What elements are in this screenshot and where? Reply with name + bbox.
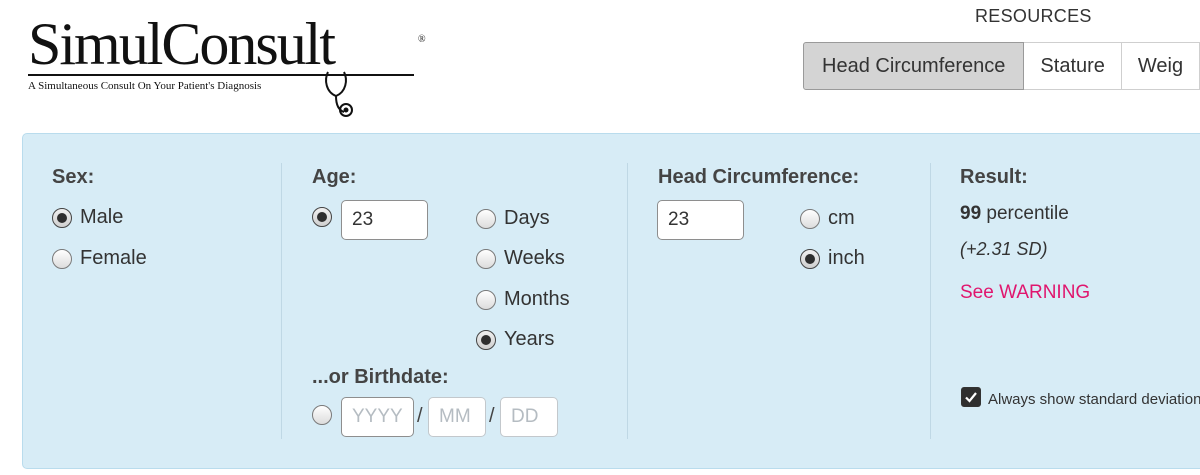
percentile-text: percentile — [986, 203, 1069, 224]
male-radio[interactable] — [52, 207, 72, 228]
result-label: Result: — [960, 166, 1028, 188]
sd-value: (+2.31 SD) — [960, 239, 1048, 259]
age-value-radio-row[interactable] — [312, 207, 332, 227]
resources-tabs: Head Circumference Stature Weig — [803, 42, 1200, 90]
head-circumference-label: Head Circumference: — [658, 166, 860, 188]
always-show-sd-checkbox[interactable] — [961, 387, 981, 407]
head-circumference-input[interactable]: 23 — [657, 200, 744, 240]
days-radio[interactable] — [476, 208, 496, 229]
warning-link[interactable]: See WARNING — [960, 282, 1090, 304]
simulconsult-logo[interactable]: SimulConsult ® A Simultaneous Consult On… — [28, 14, 428, 117]
column-divider — [281, 163, 282, 439]
checkmark-icon — [965, 392, 977, 403]
birth-year-input[interactable]: YYYY — [341, 397, 414, 437]
days-label: Days — [504, 207, 550, 229]
weeks-label: Weeks — [504, 247, 565, 269]
weeks-radio[interactable] — [476, 248, 496, 269]
stethoscope-icon — [325, 71, 353, 117]
age-unit-years[interactable]: Years — [476, 328, 554, 351]
cm-label: cm — [828, 207, 855, 229]
female-radio[interactable] — [52, 248, 72, 269]
female-label: Female — [80, 247, 147, 269]
birthdate-radio-row[interactable] — [312, 405, 332, 425]
percentile-result: 99 percentile — [960, 203, 1069, 225]
inch-radio[interactable] — [800, 248, 820, 269]
registered-mark: ® — [418, 34, 426, 45]
tab-weight[interactable]: Weig — [1121, 42, 1200, 90]
date-separator: / — [489, 405, 495, 427]
age-value-radio[interactable] — [312, 207, 332, 227]
age-input[interactable]: 23 — [341, 200, 428, 240]
tab-stature[interactable]: Stature — [1024, 42, 1122, 90]
date-separator: / — [417, 405, 423, 427]
sex-option-female[interactable]: Female — [52, 247, 147, 270]
tab-head-circumference[interactable]: Head Circumference — [803, 42, 1025, 90]
logo-wordmark: SimulConsult — [28, 11, 336, 77]
logo-rule — [28, 74, 414, 76]
months-label: Months — [504, 288, 570, 310]
sex-option-male[interactable]: Male — [52, 206, 123, 229]
years-label: Years — [504, 328, 555, 350]
cm-radio[interactable] — [800, 208, 820, 229]
inch-label: inch — [828, 247, 865, 269]
age-unit-months[interactable]: Months — [476, 288, 570, 311]
column-divider — [627, 163, 628, 439]
resources-heading: RESOURCES — [975, 6, 1092, 26]
column-divider — [930, 163, 931, 439]
age-label: Age: — [312, 166, 357, 188]
hc-unit-cm[interactable]: cm — [800, 207, 855, 230]
percentile-value: 99 — [960, 203, 982, 224]
hc-unit-inch[interactable]: inch — [800, 247, 865, 270]
birth-day-input[interactable]: DD — [500, 397, 558, 437]
months-radio[interactable] — [476, 289, 496, 310]
birth-month-input[interactable]: MM — [428, 397, 486, 437]
years-radio[interactable] — [476, 329, 496, 350]
birthdate-radio[interactable] — [312, 405, 332, 425]
birthdate-label: ...or Birthdate: — [312, 366, 449, 388]
always-show-sd-label: Always show standard deviation — [988, 391, 1200, 408]
sex-label: Sex: — [52, 166, 95, 188]
logo-tagline: A Simultaneous Consult On Your Patient's… — [28, 80, 262, 92]
age-unit-weeks[interactable]: Weeks — [476, 247, 565, 270]
male-label: Male — [80, 206, 124, 228]
age-unit-days[interactable]: Days — [476, 207, 550, 230]
